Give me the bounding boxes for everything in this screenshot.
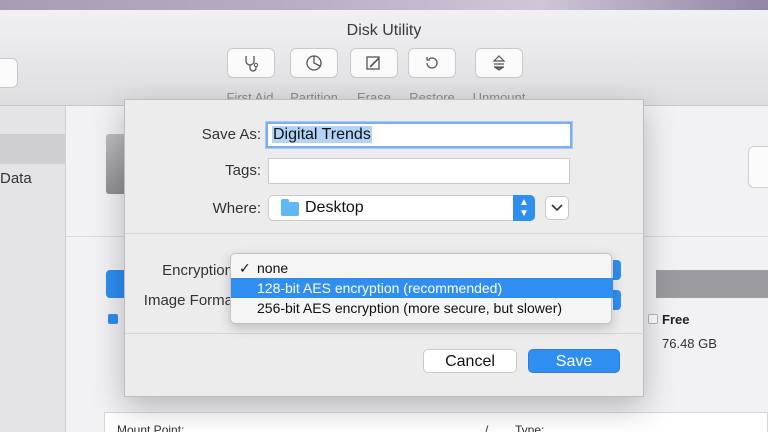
menu-item-label: none (257, 260, 289, 276)
save-as-label: Save As: (201, 126, 261, 143)
type-label: Type: (515, 423, 545, 432)
stethoscope-icon (245, 56, 259, 72)
window-toolbar: Disk Utility e First Aid Partition Erase… (0, 10, 768, 106)
save-as-field[interactable]: Digital Trends (266, 122, 572, 148)
save-dialog: Save As: Digital Trends Tags: Where: Des… (124, 99, 645, 397)
unmount-button[interactable] (475, 48, 523, 78)
save-as-value: Digital Trends (272, 126, 372, 143)
menu-item-label: 128-bit AES encryption (recommended) (257, 280, 503, 296)
folder-icon (281, 199, 299, 216)
encryption-option-none[interactable]: ✓ none (231, 258, 613, 278)
free-label: Free (662, 312, 690, 327)
usage-bar-used (106, 270, 126, 298)
encryption-menu: ✓ none 128-bit AES encryption (recommend… (230, 253, 613, 324)
save-button[interactable]: Save (528, 349, 620, 373)
drive-icon (106, 134, 126, 194)
sidebar-selected-item[interactable] (0, 134, 66, 164)
encryption-option-256[interactable]: 256-bit AES encryption (more secure, but… (231, 298, 613, 318)
unmount-icon (492, 55, 506, 71)
dialog-divider-bottom (125, 333, 645, 334)
mount-point-value: / (485, 423, 489, 432)
eraser-icon (366, 56, 380, 70)
info-button[interactable] (748, 146, 768, 188)
info-table: Mount Point: / Type: (104, 412, 768, 432)
used-legend-swatch (108, 314, 118, 324)
menu-item-label: 256-bit AES encryption (more secure, but… (257, 300, 563, 316)
usage-bar-other (656, 270, 768, 298)
sidebar: Data (0, 106, 66, 432)
dialog-divider (125, 233, 645, 234)
image-format-label: Image Forma (143, 292, 233, 309)
window-title: Disk Utility (346, 22, 422, 39)
encryption-label: Encryption (162, 262, 233, 279)
encryption-option-128[interactable]: 128-bit AES encryption (recommended) (231, 278, 613, 298)
pie-chart-icon (306, 55, 322, 71)
cancel-button[interactable]: Cancel (423, 349, 517, 373)
erase-button[interactable] (350, 48, 398, 78)
partition-button[interactable] (290, 48, 338, 78)
popup-arrows-icon: ▲ ▼ (513, 195, 535, 221)
first-aid-button[interactable] (227, 48, 275, 78)
where-label: Where: (212, 200, 261, 217)
free-legend-swatch (648, 314, 658, 324)
encryption-popup-arrows[interactable] (613, 260, 621, 280)
sidebar-item-data[interactable]: Data (0, 170, 32, 187)
chevron-down-icon (551, 204, 563, 212)
image-format-popup-arrows[interactable] (613, 290, 621, 310)
sidebar-toggle-button[interactable] (0, 58, 18, 88)
restore-button[interactable] (408, 48, 456, 78)
tags-field[interactable] (268, 158, 570, 184)
where-value: Desktop (305, 199, 364, 216)
free-value: 76.48 GB (662, 336, 717, 351)
restore-icon (426, 57, 438, 69)
checkmark-icon: ✓ (239, 260, 251, 276)
expand-button[interactable] (545, 196, 569, 220)
mount-point-label: Mount Point: (117, 423, 185, 432)
tags-label: Tags: (225, 162, 261, 179)
where-popup[interactable]: Desktop ▲ ▼ (268, 195, 535, 221)
